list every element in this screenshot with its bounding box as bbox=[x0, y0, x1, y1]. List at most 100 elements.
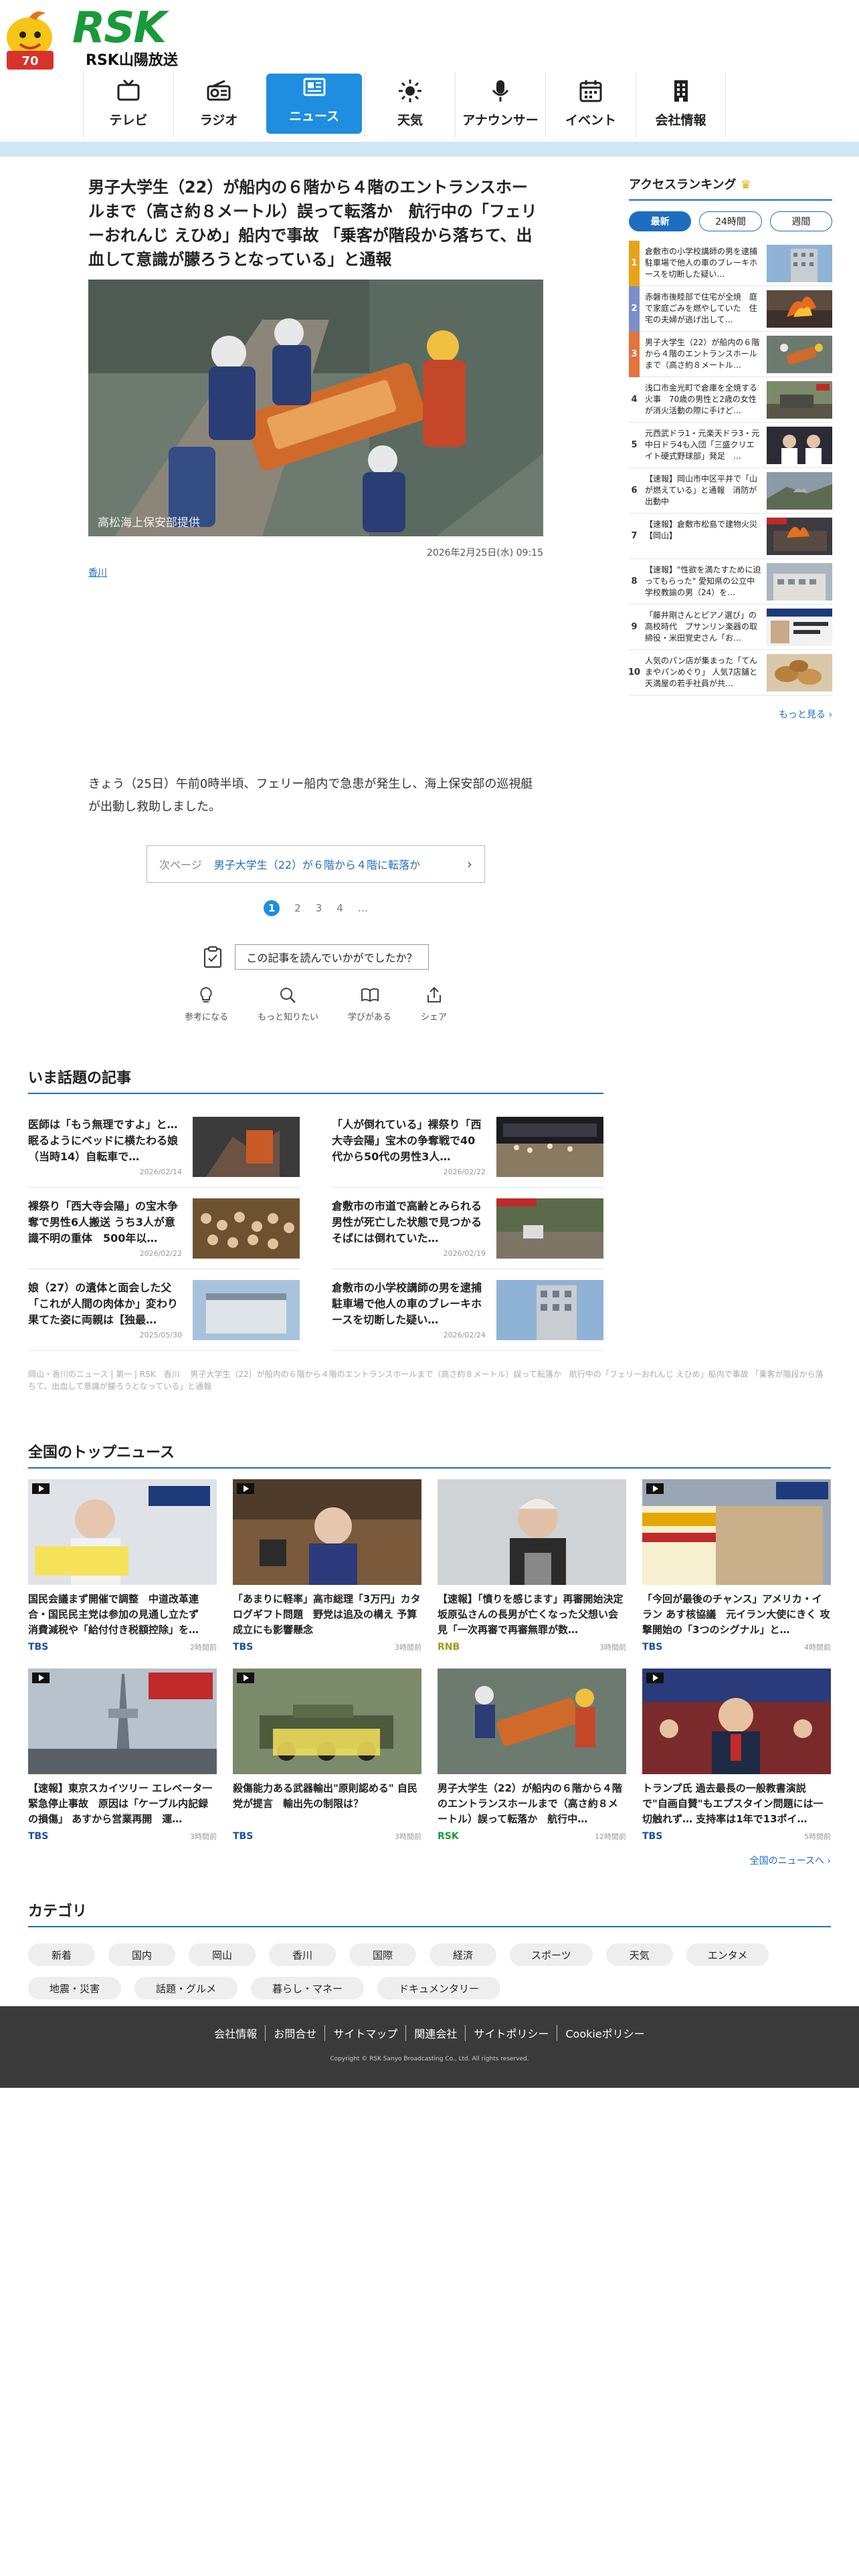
category-button[interactable]: エンタメ bbox=[686, 1943, 769, 1966]
nav-item-event[interactable]: イベント bbox=[545, 72, 636, 138]
main-nav: テレビ ラジオ ニュース 天気 アナウンサー イベント 会社情報 bbox=[83, 72, 805, 138]
ranking-item[interactable]: 9 「藤井剛さんとピアノ選び」の高校時代 プサンリン楽器の取締役・米田覚史さん「お… bbox=[629, 605, 832, 650]
category-button[interactable]: 地震・災害 bbox=[28, 1977, 122, 2000]
news-card[interactable]: 【速報】「憤りを感じます」再審開始決定 坂原弘さんの長男が亡くなった父想い会見「… bbox=[438, 1479, 626, 1652]
nav-item-weather[interactable]: 天気 bbox=[365, 72, 455, 138]
ranking-item[interactable]: 6 【速報】岡山市中区平井で「山が燃えている」と通報 消防が出動中 bbox=[629, 468, 832, 514]
ranking-thumbnail bbox=[767, 653, 832, 691]
topic-item[interactable]: 倉敷市の小学校講師の男を逮捕 駐車場で他人の車のブレーキホースを切断した疑い… 2… bbox=[332, 1269, 603, 1351]
topic-title: 倉敷市の小学校講師の男を逮捕 駐車場で他人の車のブレーキホースを切断した疑い… bbox=[332, 1281, 486, 1326]
topic-thumbnail bbox=[496, 1280, 603, 1340]
news-card[interactable]: 【速報】東京スカイツリー エレベータ一緊急停止事故 原因は「ケーブル内記録の損傷… bbox=[28, 1669, 217, 1842]
topic-item[interactable]: 裸祭り「西大寺会陽」の宝木争奪で男性6人搬送 うち3人が意識不明の重体 500年… bbox=[28, 1188, 300, 1269]
feedback-question: この記事を読んでいかがでしたか？ bbox=[235, 944, 429, 970]
rank-number: 10 bbox=[628, 667, 641, 677]
page-2-button[interactable]: 2 bbox=[294, 902, 301, 914]
nav-item-tv[interactable]: テレビ bbox=[83, 72, 173, 138]
topic-item[interactable]: 倉敷市の市道で高齢とみられる男性が死亡した状態で見つかる そばには倒れていた… 2… bbox=[332, 1188, 603, 1269]
news-image bbox=[233, 1669, 421, 1774]
site-logo[interactable]: 70 RSK RSK山陽放送 bbox=[0, 0, 201, 74]
footer-link-contact[interactable]: お問合せ bbox=[265, 2025, 324, 2041]
nav-item-company[interactable]: 会社情報 bbox=[636, 72, 726, 138]
video-icon bbox=[646, 1673, 664, 1683]
reaction-share-button[interactable]: シェア bbox=[421, 986, 447, 1023]
book-icon bbox=[361, 988, 379, 1002]
category-button[interactable]: 経済 bbox=[430, 1943, 496, 1966]
video-icon bbox=[237, 1673, 254, 1683]
news-source: TBS bbox=[233, 1642, 254, 1652]
page-1-button[interactable]: 1 bbox=[264, 900, 280, 916]
topic-item[interactable]: 「人が倒れている」裸祭り「西大寺会陽」宝木の争奪戦で40代から50代の男性3人…… bbox=[332, 1106, 603, 1188]
page-4-button[interactable]: 4 bbox=[337, 902, 343, 914]
news-card[interactable]: 男子大学生（22）が船内の６階から４階のエントランスホールまで（高さ約８メートル… bbox=[438, 1669, 626, 1842]
reaction-learn-button[interactable]: 学びがある bbox=[348, 986, 391, 1023]
category-button[interactable]: 新着 bbox=[28, 1943, 95, 1966]
news-card[interactable]: 国民会議まず開催で調整 中道改革連合・国民民主党は参加の見通し立たず 消費減税や… bbox=[28, 1479, 217, 1652]
topic-item[interactable]: 医師は「もう無理ですよ」と…眠るようにベッドに横たわる娘（当時14）自転車で… 2… bbox=[28, 1106, 300, 1188]
category-button[interactable]: 天気 bbox=[605, 1943, 673, 1966]
category-button[interactable]: 国際 bbox=[349, 1943, 416, 1966]
top-news-title: 全国のトップニュース bbox=[28, 1440, 831, 1469]
footer-link-policy[interactable]: サイトポリシー bbox=[465, 2025, 557, 2041]
rank-title: 人気のパン店が集まった「てんまやパンめぐり」 人気7店舗と天満屋の若手社員が共… bbox=[645, 655, 758, 688]
nav-item-announcer[interactable]: アナウンサー bbox=[455, 72, 545, 138]
ranking-item[interactable]: 10 人気のパン店が集まった「てんまやパンめぐり」 人気7店舗と天満屋の若手社員が… bbox=[628, 650, 832, 695]
ranking-item[interactable]: 2 赤磐市後睦部で住宅が全焼 庭で家庭ごみを燃やしていた 住宅の夫婦が逃げ出して… bbox=[629, 286, 832, 332]
ranking-item[interactable]: 8 【速報】"性欲を満たすために迫ってもらった" 愛知県の公立中学校教諭の男（24… bbox=[629, 559, 832, 605]
reaction-more-button[interactable]: もっと知りたい bbox=[258, 986, 318, 1023]
news-icon bbox=[303, 78, 325, 96]
rank-title: 倉敷市の小学校講師の男を逮捕 駐車場で他人の車のブレーキホースを切断した疑い… bbox=[645, 246, 758, 279]
topic-date: 2026/02/19 bbox=[443, 1249, 486, 1258]
category-button[interactable]: 岡山 bbox=[189, 1943, 256, 1966]
ranking-item[interactable]: 5 元西武ドラ1・元楽天ドラ3・元中日ドラ4も入団「三盛クリエイト硬式野球部」発足… bbox=[629, 423, 832, 468]
tab-latest[interactable]: 最新 bbox=[629, 211, 692, 231]
pagination: 1 2 3 4 … bbox=[88, 900, 543, 916]
news-card[interactable]: 殺傷能力ある武器輸出"原則認める" 自民党が提言 輸出先の制限は？ TBS 3時間… bbox=[233, 1669, 421, 1842]
copyright: Copyright © RSK Sanyo Broadcasting Co., … bbox=[330, 2056, 529, 2062]
rank-title: 【速報】"性欲を満たすために迫ってもらった" 愛知県の公立中学校教諭の男（24）… bbox=[645, 564, 761, 597]
category-button[interactable]: 香川 bbox=[269, 1943, 336, 1966]
ranking-thumbnail bbox=[767, 335, 832, 373]
news-title: 【速報】「憤りを感じます」再審開始決定 坂原弘さんの長男が亡くなった父想い会見「… bbox=[438, 1593, 626, 1636]
nav-item-radio[interactable]: ラジオ bbox=[173, 72, 264, 138]
article-tag-link[interactable]: 香川 bbox=[88, 566, 543, 579]
news-card[interactable]: トランプ氏 過去最長の一般教書演説で"自画自賛"もエプスタイン問題には一切触れず… bbox=[642, 1669, 831, 1842]
nav-item-news[interactable]: ニュース bbox=[266, 74, 362, 134]
ranking-more-link[interactable]: もっと見る › bbox=[629, 708, 832, 721]
ranking-item[interactable]: 3 男子大学生（22）が船内の６階から４階のエントランスホールまで（高さ約８メート… bbox=[629, 331, 832, 377]
category-button[interactable]: 暮らし・マネー bbox=[251, 1977, 365, 2000]
category-list: 新着 国内 岡山 香川 国際 経済 スポーツ 天気 エンタメ 地震・災害 話題・… bbox=[28, 1943, 831, 2000]
tab-24h[interactable]: 24時間 bbox=[699, 211, 762, 231]
topic-thumbnail bbox=[193, 1198, 300, 1259]
topic-item[interactable]: 娘（27）の遺体と面会した父「これが人間の肉体か」変わり果てた姿に両親は【独最…… bbox=[28, 1269, 300, 1351]
news-source: TBS bbox=[642, 1642, 663, 1652]
ranking-item[interactable]: 1 倉敷市の小学校講師の男を逮捕 駐車場で他人の車のブレーキホースを切断した疑い… bbox=[629, 240, 832, 286]
next-page-link[interactable]: 次ページ 男子大学生（22）が６階から４階に転落か › bbox=[147, 845, 485, 883]
tab-weekly[interactable]: 週間 bbox=[769, 211, 832, 231]
news-source: TBS bbox=[28, 1642, 49, 1652]
ranking-item[interactable]: 7 【速報】倉敷市松島で建物火災【岡山】 bbox=[629, 514, 832, 559]
ranking-item[interactable]: 4 浅口市金光町で倉庫を全焼する火事 70歳の男性と2歳の女性が消火活動の際に手け… bbox=[629, 377, 832, 423]
tv-icon bbox=[117, 79, 140, 101]
footer-link-cookie[interactable]: Cookieポリシー bbox=[557, 2025, 652, 2041]
footer-link-sitemap[interactable]: サイトマップ bbox=[324, 2025, 405, 2041]
news-card[interactable]: 「あまりに軽率」高市総理「3万円」カタログギフト問題 野党は追及の構え 予算成立… bbox=[233, 1479, 421, 1652]
category-button[interactable]: スポーツ bbox=[510, 1943, 593, 1966]
news-card[interactable]: 「今回が最後のチャンス」アメリカ・イラン あす核協議 元イラン大使にきく 攻撃開… bbox=[642, 1479, 831, 1652]
reaction-useful-button[interactable]: 参考になる bbox=[185, 986, 228, 1023]
all-news-link[interactable]: 全国のニュースへ › bbox=[28, 1854, 831, 1867]
top-news-section: 全国のトップニュース 国民会議まず開催で調整 中道改革連合・国民民主党は参加の見… bbox=[28, 1440, 831, 1867]
categories-title: カテゴリ bbox=[28, 1899, 831, 1927]
footer-link-company[interactable]: 会社情報 bbox=[206, 2025, 265, 2041]
news-time: 2時間前 bbox=[190, 1643, 217, 1652]
category-button[interactable]: 話題・グルメ bbox=[134, 1977, 238, 2000]
category-button[interactable]: 国内 bbox=[108, 1943, 175, 1966]
news-image bbox=[28, 1479, 217, 1585]
news-thumbnail bbox=[28, 1479, 217, 1585]
ranking-thumbnail bbox=[767, 290, 832, 328]
page-3-button[interactable]: 3 bbox=[316, 902, 322, 914]
news-title: 【速報】東京スカイツリー エレベータ一緊急停止事故 原因は「ケーブル内記録の損傷… bbox=[28, 1782, 213, 1825]
footer-links: 会社情報 お問合せ サイトマップ 関連会社 サイトポリシー Cookieポリシー bbox=[0, 2025, 859, 2041]
category-button[interactable]: ドキュメンタリー bbox=[377, 1977, 501, 2000]
footer-link-affiliates[interactable]: 関連会社 bbox=[405, 2025, 465, 2041]
